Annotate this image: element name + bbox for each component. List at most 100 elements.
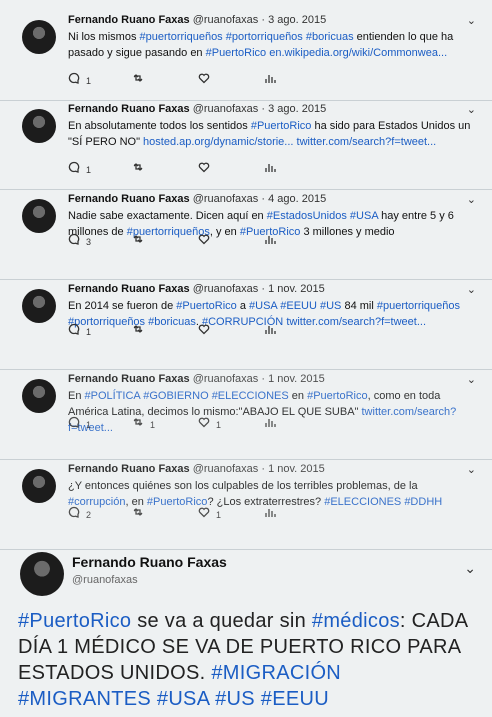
analytics-button[interactable] xyxy=(264,233,276,248)
retweet-button[interactable]: 1 xyxy=(132,416,155,431)
tweet-link[interactable]: #EEUU xyxy=(261,688,329,710)
author-handle[interactable]: @ruanofaxas xyxy=(193,193,259,205)
retweets-count: 1 xyxy=(150,420,156,430)
chevron-down-icon[interactable]: ⌄ xyxy=(467,103,476,116)
tweet-link[interactable]: #boricuas xyxy=(306,31,354,43)
analytics-icon xyxy=(264,161,276,176)
avatar[interactable] xyxy=(22,109,56,143)
author-name[interactable]: Fernando Ruano Faxas xyxy=(68,103,190,115)
avatar[interactable] xyxy=(22,289,56,323)
like-button[interactable] xyxy=(198,323,216,338)
author-name[interactable]: Fernando Ruano Faxas xyxy=(68,373,190,385)
tweet-link[interactable]: #USA xyxy=(249,300,277,312)
reply-button[interactable]: 1 xyxy=(68,323,91,338)
tweet-link[interactable]: #puertorriqueños xyxy=(377,300,460,312)
author-name[interactable]: Fernando Ruano Faxas xyxy=(68,14,190,26)
avatar[interactable] xyxy=(22,379,56,413)
tweet[interactable]: Fernando Ruano Faxas @ruanofaxas · 1 nov… xyxy=(0,463,492,551)
tweet[interactable]: Fernando Ruano Faxas @ruanofaxas · 1 nov… xyxy=(0,283,492,371)
tweet-link[interactable]: #PuertoRico xyxy=(307,390,368,402)
tweet-link[interactable]: #PuertoRico xyxy=(176,300,237,312)
tweet-date[interactable]: · 1 nov. 2015 xyxy=(261,283,324,295)
tweet-link[interactable]: #US xyxy=(320,300,341,312)
tweet-date[interactable]: · 1 nov. 2015 xyxy=(261,463,324,475)
retweet-button[interactable] xyxy=(132,233,150,248)
heart-icon xyxy=(198,233,210,248)
retweet-button[interactable] xyxy=(132,72,150,87)
like-button[interactable] xyxy=(198,233,216,248)
reply-button[interactable]: 2 xyxy=(68,506,91,521)
retweet-button[interactable] xyxy=(132,161,150,176)
like-button[interactable]: 1 xyxy=(198,416,221,431)
author-name[interactable]: Fernando Ruano Faxas xyxy=(68,283,190,295)
tweet-link[interactable]: #POLÍTICA xyxy=(85,390,141,402)
tweet-date[interactable]: · 3 ago. 2015 xyxy=(261,14,326,26)
tweet[interactable]: Fernando Ruano Faxas @ruanofaxas · 4 ago… xyxy=(0,193,492,281)
tweet-link[interactable]: #médicos xyxy=(312,610,400,632)
replies-count: 1 xyxy=(86,420,92,430)
main-tweet[interactable]: Fernando Ruano Faxas @ruanofaxas ⌄ #Puer… xyxy=(0,540,492,717)
reply-button[interactable]: 1 xyxy=(68,416,91,431)
avatar[interactable] xyxy=(22,199,56,233)
reply-button[interactable]: 3 xyxy=(68,233,91,248)
like-button[interactable] xyxy=(198,161,216,176)
author-name[interactable]: Fernando Ruano Faxas xyxy=(68,463,190,475)
reply-button[interactable]: 1 xyxy=(68,161,91,176)
tweet-link[interactable]: hosted.ap.org/dynamic/storie... xyxy=(143,136,293,148)
tweet-link[interactable]: #portorriqueños xyxy=(226,31,303,43)
chevron-down-icon[interactable]: ⌄ xyxy=(467,14,476,27)
author-handle[interactable]: @ruanofaxas xyxy=(193,14,259,26)
tweet-link[interactable]: #PuertoRico xyxy=(206,47,267,59)
tweet-link[interactable]: #EEUU xyxy=(280,300,317,312)
analytics-button[interactable] xyxy=(264,416,276,431)
tweet-link[interactable]: #ELECCIONES xyxy=(324,496,401,508)
tweet[interactable]: Fernando Ruano Faxas @ruanofaxas · 3 ago… xyxy=(0,14,492,102)
reply-button[interactable]: 1 xyxy=(68,72,91,87)
chevron-down-icon[interactable]: ⌄ xyxy=(464,560,476,577)
author-handle[interactable]: @ruanofaxas xyxy=(193,463,259,475)
chevron-down-icon[interactable]: ⌄ xyxy=(467,463,476,476)
tweet-link[interactable]: #DDHH xyxy=(404,496,442,508)
tweet-link[interactable]: #MIGRANTES xyxy=(18,688,151,710)
author-handle[interactable]: @ruanofaxas xyxy=(193,103,259,115)
tweet-link[interactable]: #US xyxy=(215,688,255,710)
tweet-link[interactable]: #PuertoRico xyxy=(251,120,312,132)
tweet[interactable]: Fernando Ruano Faxas @ruanofaxas · 3 ago… xyxy=(0,103,492,191)
like-button[interactable] xyxy=(198,72,216,87)
analytics-button[interactable] xyxy=(264,506,276,521)
tweet-link[interactable]: twitter.com/search?f=tweet... xyxy=(297,136,437,148)
tweet-date[interactable]: · 3 ago. 2015 xyxy=(261,103,326,115)
like-button[interactable]: 1 xyxy=(198,506,221,521)
tweet-link[interactable]: #ELECCIONES xyxy=(212,390,289,402)
tweet-link[interactable]: twitter.com/search?f=tweet... xyxy=(286,316,426,328)
author-handle[interactable]: @ruanofaxas xyxy=(72,574,138,586)
tweet-link[interactable]: #MIGRACIÓN xyxy=(211,662,341,684)
tweet-link[interactable]: #GOBIERNO xyxy=(143,390,208,402)
tweet-link[interactable]: #puertorriqueños xyxy=(140,31,223,43)
author-handle[interactable]: @ruanofaxas xyxy=(193,373,259,385)
retweet-button[interactable] xyxy=(132,323,150,338)
chevron-down-icon[interactable]: ⌄ xyxy=(467,283,476,296)
tweet[interactable]: Fernando Ruano Faxas @ruanofaxas · 1 nov… xyxy=(0,373,492,461)
author-handle[interactable]: @ruanofaxas xyxy=(193,283,259,295)
tweet-link[interactable]: #USA xyxy=(157,688,209,710)
tweet-link[interactable]: en.wikipedia.org/wiki/Commonwea... xyxy=(269,47,447,59)
chevron-down-icon[interactable]: ⌄ xyxy=(467,193,476,206)
avatar[interactable] xyxy=(22,469,56,503)
tweet-link[interactable]: #boricuas xyxy=(148,316,196,328)
avatar[interactable] xyxy=(22,20,56,54)
tweet-link[interactable]: #USA xyxy=(350,210,378,222)
chevron-down-icon[interactable]: ⌄ xyxy=(467,373,476,386)
author-name[interactable]: Fernando Ruano Faxas xyxy=(72,554,227,570)
retweet-button[interactable] xyxy=(132,506,150,521)
tweet-link[interactable]: #EstadosUnidos xyxy=(267,210,347,222)
tweet-date[interactable]: · 1 nov. 2015 xyxy=(261,373,324,385)
tweet-link[interactable]: #PuertoRico xyxy=(18,610,131,632)
tweet-date[interactable]: · 4 ago. 2015 xyxy=(261,193,326,205)
author-name[interactable]: Fernando Ruano Faxas xyxy=(68,193,190,205)
tweet-text-segment: Nadie sabe exactamente. Dicen aquí en xyxy=(68,210,267,222)
analytics-button[interactable] xyxy=(264,161,276,176)
analytics-button[interactable] xyxy=(264,72,276,87)
avatar[interactable] xyxy=(20,552,64,596)
analytics-button[interactable] xyxy=(264,323,276,338)
